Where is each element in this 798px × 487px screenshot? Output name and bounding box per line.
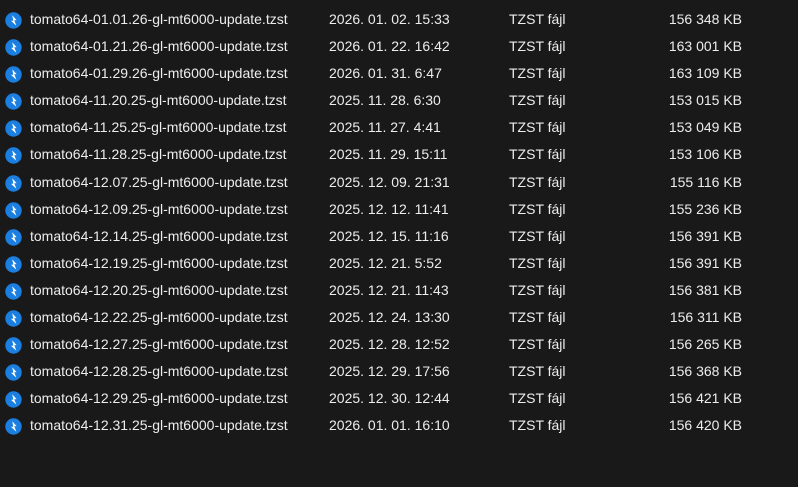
file-modified-date: 2025. 12. 09. 21:31 <box>329 173 450 190</box>
file-size: 153 049 KB <box>668 119 742 136</box>
file-modified-date: 2025. 12. 12. 11:41 <box>329 200 449 217</box>
file-name: tomato64-01.21.26-gl-mt6000-update.tzst <box>30 38 288 55</box>
file-size: 156 348 KB <box>668 11 742 27</box>
file-type: TZST fájl <box>509 200 566 217</box>
file-type: TZST fájl <box>509 363 566 380</box>
file-type-icon <box>5 282 22 300</box>
file-size: 156 311 KB <box>669 309 742 326</box>
file-name: tomato64-11.25.25-gl-mt6000-update.tzst <box>30 119 287 136</box>
file-row[interactable]: tomato64-12.31.25-gl-mt6000-update.tzst … <box>0 412 760 439</box>
file-name: tomato64-12.19.25-gl-mt6000-update.tzst <box>30 254 288 271</box>
file-size: 155 236 KB <box>668 200 742 217</box>
file-size: 156 391 KB <box>668 254 742 271</box>
file-name: tomato64-01.29.26-gl-mt6000-update.tzst <box>30 65 288 82</box>
file-modified-date: 2025. 12. 29. 17:56 <box>329 363 450 380</box>
file-row[interactable]: tomato64-12.20.25-gl-mt6000-update.tzst … <box>0 277 760 304</box>
file-name: tomato64-12.22.25-gl-mt6000-update.tzst <box>30 309 288 326</box>
file-modified-date: 2025. 11. 29. 15:11 <box>329 146 448 163</box>
file-size: 155 116 KB <box>669 173 742 190</box>
file-size: 153 015 KB <box>668 92 742 109</box>
file-size: 156 420 KB <box>668 417 742 434</box>
file-size: 163 001 KB <box>668 38 742 55</box>
file-size: 156 391 KB <box>668 227 742 244</box>
file-modified-date: 2025. 11. 28. 6:30 <box>329 92 441 109</box>
file-size: 156 265 KB <box>668 336 742 353</box>
file-type-icon <box>5 119 22 138</box>
file-size: 156 421 KB <box>668 390 742 407</box>
file-type: TZST fájl <box>509 227 566 244</box>
file-modified-date: 2026. 01. 01. 16:10 <box>329 417 450 434</box>
file-type-icon <box>5 228 22 246</box>
file-type: TZST fájl <box>509 38 566 55</box>
file-row[interactable]: tomato64-12.14.25-gl-mt6000-update.tzst … <box>0 223 760 250</box>
file-name: tomato64-12.07.25-gl-mt6000-update.tzst <box>30 173 288 190</box>
file-name: tomato64-12.29.25-gl-mt6000-update.tzst <box>30 390 288 407</box>
file-type-icon <box>5 11 22 29</box>
file-type: TZST fájl <box>509 146 566 163</box>
file-row[interactable]: tomato64-12.19.25-gl-mt6000-update.tzst … <box>0 250 760 277</box>
file-type: TZST fájl <box>509 309 566 326</box>
file-row[interactable]: tomato64-12.28.25-gl-mt6000-update.tzst … <box>0 358 760 385</box>
file-modified-date: 2025. 12. 24. 13:30 <box>329 309 450 326</box>
file-modified-date: 2025. 12. 21. 5:52 <box>329 254 442 271</box>
file-type-icon <box>5 65 22 83</box>
file-list: tomato64-01.01.26-gl-mt6000-update.tzst … <box>0 6 798 440</box>
file-type: TZST fájl <box>509 119 566 136</box>
file-name: tomato64-12.27.25-gl-mt6000-update.tzst <box>30 336 288 353</box>
file-type: TZST fájl <box>509 173 566 190</box>
file-modified-date: 2026. 01. 22. 16:42 <box>329 38 450 55</box>
file-type-icon <box>5 390 22 409</box>
file-type-icon <box>5 174 22 192</box>
file-size: 156 381 KB <box>668 281 742 298</box>
file-type-icon <box>5 309 22 327</box>
file-type: TZST fájl <box>509 254 566 271</box>
file-name: tomato64-01.01.26-gl-mt6000-update.tzst <box>30 11 288 27</box>
file-type-icon <box>5 336 22 354</box>
file-type-icon <box>5 38 22 56</box>
file-row[interactable]: tomato64-11.20.25-gl-mt6000-update.tzst … <box>0 87 760 114</box>
file-name: tomato64-11.20.25-gl-mt6000-update.tzst <box>30 92 287 109</box>
file-name: tomato64-11.28.25-gl-mt6000-update.tzst <box>30 146 287 163</box>
file-type: TZST fájl <box>509 11 566 27</box>
file-type: TZST fájl <box>509 390 566 407</box>
file-modified-date: 2025. 12. 30. 12:44 <box>329 390 450 407</box>
file-type-icon <box>5 201 22 219</box>
file-name: tomato64-12.28.25-gl-mt6000-update.tzst <box>30 363 288 380</box>
file-type: TZST fájl <box>509 92 566 109</box>
file-modified-date: 2026. 01. 02. 15:33 <box>329 11 450 27</box>
file-row[interactable]: tomato64-12.29.25-gl-mt6000-update.tzst … <box>0 385 760 412</box>
file-size: 153 106 KB <box>668 146 742 163</box>
file-type-icon <box>5 255 22 273</box>
file-size: 163 109 KB <box>668 65 742 82</box>
file-type: TZST fájl <box>509 336 566 353</box>
file-type-icon <box>5 92 22 110</box>
file-type: TZST fájl <box>509 65 566 82</box>
file-modified-date: 2025. 12. 21. 11:43 <box>329 281 449 298</box>
file-row[interactable]: tomato64-11.28.25-gl-mt6000-update.tzst … <box>0 141 760 168</box>
file-type-icon <box>5 146 22 165</box>
file-name: tomato64-12.20.25-gl-mt6000-update.tzst <box>30 281 288 298</box>
file-type: TZST fájl <box>509 417 566 434</box>
file-row[interactable]: tomato64-01.21.26-gl-mt6000-update.tzst … <box>0 33 760 60</box>
file-name: tomato64-12.09.25-gl-mt6000-update.tzst <box>30 200 288 217</box>
file-modified-date: 2025. 11. 27. 4:41 <box>329 119 441 136</box>
file-type-icon <box>5 363 22 381</box>
file-name: tomato64-12.14.25-gl-mt6000-update.tzst <box>30 227 288 244</box>
file-size: 156 368 KB <box>668 363 742 380</box>
file-row[interactable]: tomato64-12.09.25-gl-mt6000-update.tzst … <box>0 196 760 223</box>
file-row[interactable]: tomato64-12.27.25-gl-mt6000-update.tzst … <box>0 331 760 358</box>
file-type: TZST fájl <box>509 281 566 298</box>
file-row[interactable]: tomato64-01.01.26-gl-mt6000-update.tzst … <box>0 6 760 33</box>
file-modified-date: 2026. 01. 31. 6:47 <box>329 65 442 82</box>
file-type-icon <box>5 417 22 436</box>
file-row[interactable]: tomato64-12.22.25-gl-mt6000-update.tzst … <box>0 304 760 331</box>
file-name: tomato64-12.31.25-gl-mt6000-update.tzst <box>30 417 288 434</box>
file-modified-date: 2025. 12. 28. 12:52 <box>329 336 450 353</box>
file-row[interactable]: tomato64-01.29.26-gl-mt6000-update.tzst … <box>0 60 760 87</box>
file-row[interactable]: tomato64-12.07.25-gl-mt6000-update.tzst … <box>0 169 760 196</box>
file-modified-date: 2025. 12. 15. 11:16 <box>329 227 449 244</box>
file-row[interactable]: tomato64-11.25.25-gl-mt6000-update.tzst … <box>0 114 760 141</box>
